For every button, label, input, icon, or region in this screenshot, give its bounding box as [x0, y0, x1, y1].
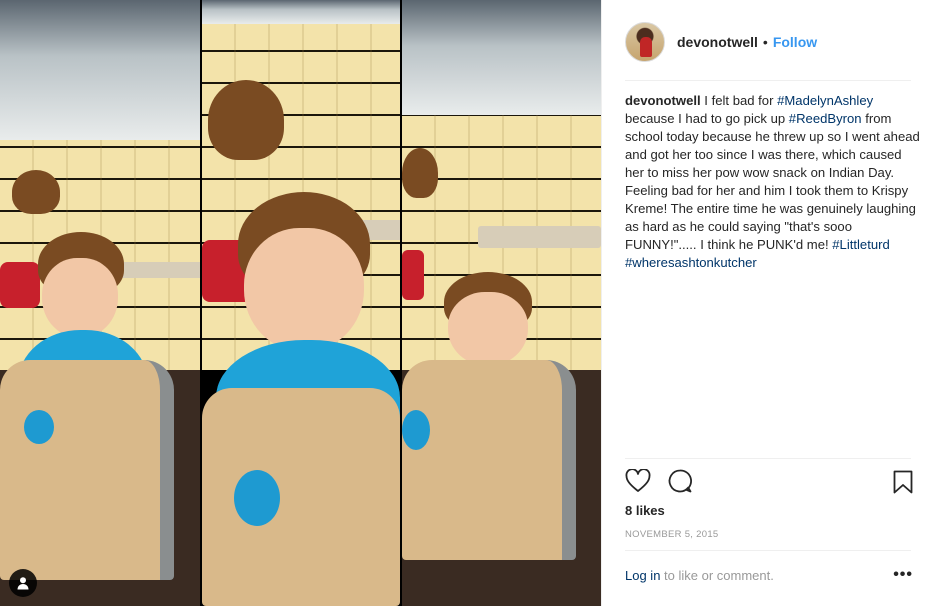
photo-panel-right	[402, 0, 601, 606]
post-header: devonotwell • Follow	[625, 22, 911, 62]
header-username[interactable]: devonotwell	[677, 34, 758, 50]
comment-icon	[668, 469, 692, 493]
separator-dot: •	[762, 34, 768, 50]
post-image[interactable]	[0, 0, 601, 606]
post-sidebar: devonotwell • Follow devonotwell I felt …	[601, 0, 937, 606]
likes-count[interactable]: 8 likes	[625, 503, 665, 518]
post-date[interactable]: November 5, 2015	[625, 529, 719, 540]
follow-button[interactable]: Follow	[773, 34, 817, 50]
avatar[interactable]	[625, 22, 665, 62]
heart-icon	[625, 469, 651, 492]
caption-text-2: because I had to go pick up	[625, 111, 789, 126]
like-button[interactable]	[625, 469, 651, 493]
bookmark-icon	[893, 470, 913, 494]
login-link[interactable]: Log in	[625, 568, 660, 583]
instagram-post: devonotwell • Follow devonotwell I felt …	[0, 0, 937, 606]
photo-panel-left	[0, 0, 200, 606]
footer-divider	[625, 550, 911, 551]
hashtag-link[interactable]: #wheresashtonkutcher	[625, 255, 757, 270]
post-actions	[625, 468, 693, 494]
photo-panel-middle	[202, 0, 400, 606]
login-prompt: Log in to like or comment.	[625, 568, 774, 583]
caption-text-3: from school today because he threw up so…	[625, 111, 920, 252]
post-caption: devonotwell I felt bad for #MadelynAshle…	[625, 92, 920, 272]
user-silhouette-icon	[17, 577, 29, 590]
hashtag-link[interactable]: #Littleturd	[832, 237, 890, 252]
hashtag-link[interactable]: #ReedByron	[789, 111, 862, 126]
actions-divider	[625, 458, 911, 459]
caption-text-1: I felt bad for	[700, 93, 778, 108]
login-prompt-text: to like or comment.	[660, 568, 774, 583]
save-button[interactable]	[893, 470, 913, 499]
caption-username[interactable]: devonotwell	[625, 93, 701, 108]
more-options-button[interactable]: •••	[893, 566, 913, 584]
header-divider	[625, 80, 911, 81]
hashtag-link[interactable]: #MadelynAshley	[777, 93, 873, 108]
comment-button[interactable]	[667, 468, 693, 494]
tagged-user-button[interactable]	[9, 569, 37, 597]
